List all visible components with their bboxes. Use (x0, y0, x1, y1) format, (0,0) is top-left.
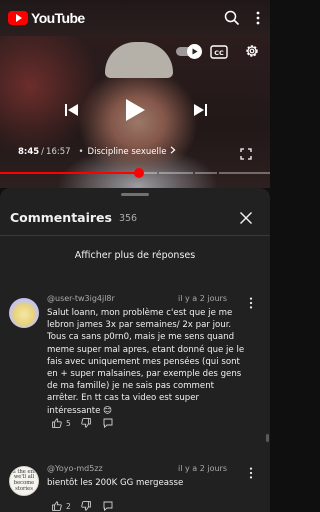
chevron-right-icon (170, 146, 176, 157)
like-count: 5 (66, 418, 71, 428)
like-count: 2 (66, 501, 71, 511)
youtube-logo[interactable]: YouTube (8, 10, 85, 26)
comment-text: bientôt les 200K GG mergeasse (47, 478, 184, 488)
comment-author[interactable]: @user-tw3ig4jl8r (47, 294, 115, 303)
next-video-icon[interactable] (192, 102, 208, 121)
play-icon[interactable] (124, 98, 146, 126)
top-app-bar: YouTube (0, 0, 270, 36)
comment-author[interactable]: @Yoyo-md5zz (47, 464, 103, 473)
youtube-play-logo-icon (8, 11, 28, 25)
progress-played (0, 172, 139, 174)
show-more-replies-button[interactable]: Afficher plus de réponses (0, 250, 270, 261)
current-time: 8:45 (18, 146, 40, 157)
dislike-icon[interactable] (81, 418, 91, 428)
comments-title: Commentaires (10, 210, 112, 225)
captions-icon[interactable]: CC (210, 44, 228, 63)
avatar[interactable]: in the end we'll all become stories (9, 466, 39, 496)
time-separator: / (41, 146, 45, 157)
comment-actions: 5 (52, 418, 113, 428)
chapter-button[interactable]: • Discipline sexuelle (75, 146, 177, 157)
comment-more-icon[interactable] (249, 464, 253, 483)
comments-count: 356 (118, 212, 138, 224)
drag-handle[interactable] (121, 193, 149, 196)
comment-actions: 2 (52, 501, 113, 511)
chapter-title: Discipline sexuelle (87, 146, 167, 157)
fullscreen-icon[interactable] (240, 145, 252, 164)
youtube-logo-text: YouTube (31, 10, 85, 26)
search-icon[interactable] (224, 10, 240, 26)
video-progress-bar[interactable] (0, 168, 270, 178)
reply-icon[interactable] (103, 501, 113, 511)
video-player[interactable]: CC 8:45 / 16:57 • Discipline sexuelle (0, 36, 270, 188)
chapter-bullet: • (78, 146, 84, 157)
comment-more-icon[interactable] (249, 294, 253, 313)
like-icon[interactable] (52, 418, 62, 428)
avatar[interactable] (9, 298, 39, 328)
comments-header: Commentaires 356 (0, 200, 270, 236)
settings-gear-icon[interactable] (244, 43, 260, 63)
like-icon[interactable] (52, 501, 62, 511)
comment-text: Salut loann, mon problème c'est que je m… (47, 308, 245, 416)
autoplay-toggle[interactable] (176, 44, 202, 59)
dislike-icon[interactable] (81, 501, 91, 511)
reply-icon[interactable] (103, 418, 113, 428)
comment-date: il y a 2 jours (178, 294, 227, 303)
scrollbar-thumb[interactable] (266, 434, 269, 442)
autoplay-play-icon (187, 44, 202, 59)
comments-panel: Commentaires 356 Afficher plus de répons… (0, 188, 270, 512)
avatar-text: in the end we'll all become stories (10, 468, 38, 492)
comment-date: il y a 2 jours (178, 464, 227, 473)
close-icon[interactable] (239, 210, 253, 229)
time-display: 8:45 / 16:57 • Discipline sexuelle (18, 146, 176, 157)
svg-text:CC: CC (214, 49, 224, 57)
total-time: 16:57 (46, 146, 71, 157)
progress-scrubber-handle[interactable] (134, 168, 144, 178)
previous-video-icon[interactable] (64, 102, 80, 121)
more-vert-icon[interactable] (256, 11, 260, 25)
